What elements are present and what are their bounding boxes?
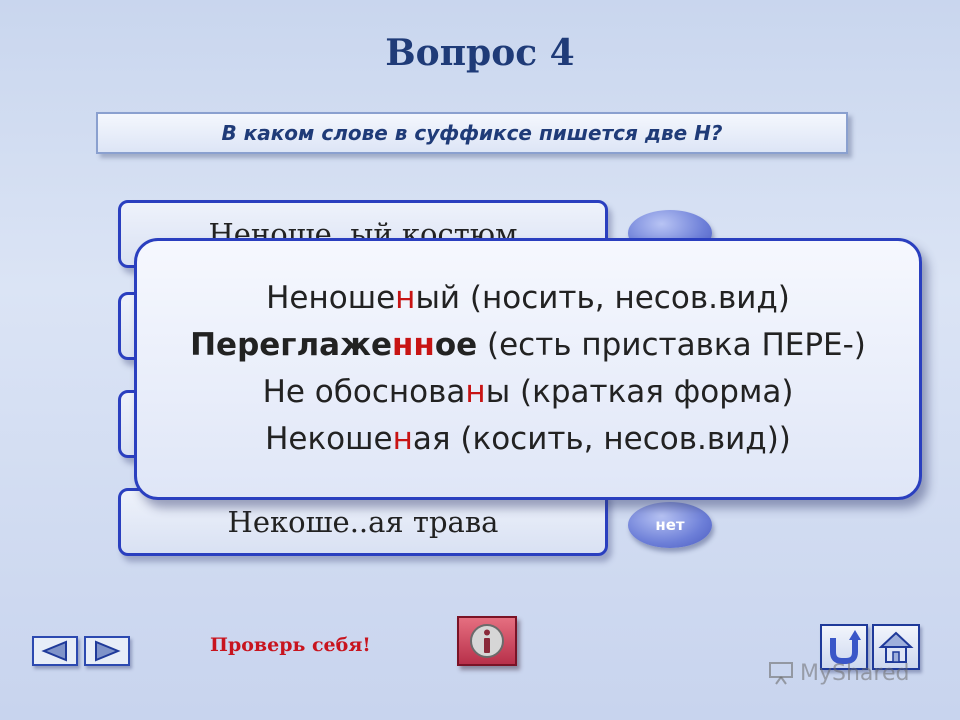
- explanation-line-2-part-a: Переглаже: [190, 327, 392, 363]
- check-yourself-label[interactable]: Проверь себя!: [210, 634, 371, 656]
- explanation-line-3-highlight: н: [465, 374, 486, 410]
- explanation-line-1: Неношеный (носить, несов.вид): [266, 275, 790, 322]
- explanation-line-2: Переглаженное (есть приставка ПЕРЕ-): [190, 322, 866, 369]
- explanation-line-4: Некошеная (косить, несов.вид)): [265, 416, 791, 463]
- info-icon: [470, 624, 504, 658]
- answer-option-4-label: Некоше..ая трава: [227, 505, 499, 539]
- arrow-left-icon: [41, 640, 67, 662]
- explanation-line-1-part-c: ый (носить, несов.вид): [415, 280, 790, 316]
- watermark: MyShared: [768, 660, 909, 686]
- explanation-line-4-part-a: Некоше: [265, 421, 393, 457]
- explanation-line-3: Не обоснованы (краткая форма): [263, 369, 794, 416]
- explanation-line-2-part-c: ое: [434, 327, 478, 363]
- explanation-line-2-part-d: (есть приставка ПЕРЕ-): [477, 327, 866, 363]
- explanation-line-4-highlight: н: [392, 421, 413, 457]
- next-slide-button[interactable]: [84, 636, 130, 666]
- explanation-line-1-highlight: н: [395, 280, 416, 316]
- prev-slide-button[interactable]: [32, 636, 78, 666]
- page-title: Вопрос 4: [385, 32, 575, 74]
- info-button[interactable]: [457, 616, 517, 666]
- watermark-text: MyShared: [800, 660, 910, 686]
- explanation-line-3-part-c: ы (краткая форма): [485, 374, 794, 410]
- explanation-line-2-highlight: нн: [391, 327, 435, 363]
- explanation-line-4-part-c: ая (косить, несов.вид)): [412, 421, 791, 457]
- result-oval-4[interactable]: нет: [628, 502, 712, 548]
- explanation-popup: Неношеный (носить, несов.вид) Переглажен…: [134, 238, 922, 500]
- presentation-board-icon: [769, 662, 793, 685]
- question-banner: В каком слове в суффиксе пишется две Н?: [96, 112, 848, 154]
- arrow-right-icon: [95, 640, 121, 662]
- explanation-line-1-part-a: Неноше: [266, 280, 396, 316]
- explanation-line-3-part-a: Не обоснова: [262, 374, 466, 410]
